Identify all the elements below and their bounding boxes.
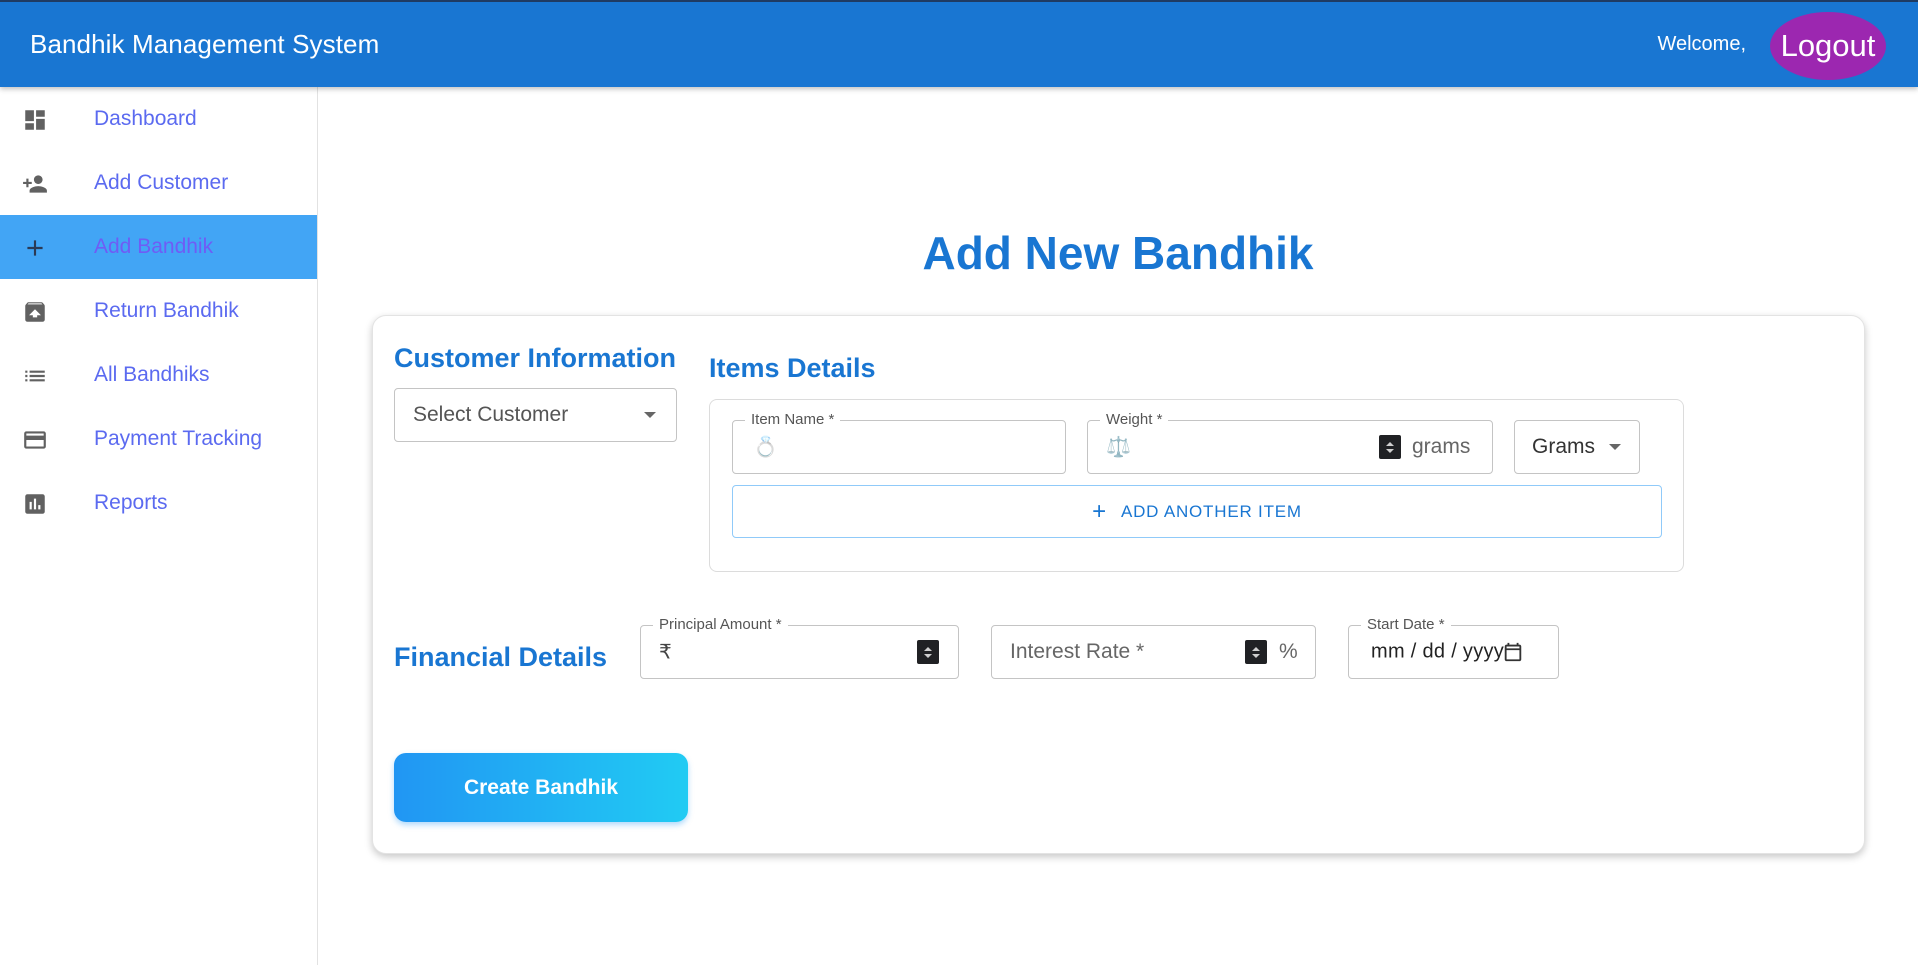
sidebar-item-add-customer[interactable]: Add Customer: [0, 151, 317, 215]
interest-rate-placeholder: Interest Rate *: [1010, 640, 1145, 663]
chevron-down-icon: [1609, 444, 1621, 450]
rupee-icon: ₹: [659, 641, 672, 664]
start-date-value: mm / dd / yyyy: [1371, 640, 1505, 663]
dashboard-icon: [22, 107, 48, 133]
app-bar: Bandhik Management System Welcome, Logou…: [0, 0, 1918, 87]
archive-icon: [22, 299, 48, 325]
weight-input[interactable]: [1140, 431, 1360, 461]
chevron-down-icon: [644, 412, 656, 418]
sidebar-item-all-bandhiks[interactable]: All Bandhiks: [0, 343, 317, 407]
sidebar-item-label: All Bandhiks: [94, 363, 210, 386]
welcome-text: Welcome,: [1657, 33, 1746, 55]
sidebar: Dashboard Add Customer Add Bandhik Retur…: [0, 87, 318, 965]
plus-icon: +: [1092, 497, 1107, 525]
sidebar-item-label: Dashboard: [94, 107, 197, 130]
interest-rate-field[interactable]: Interest Rate * %: [991, 625, 1316, 679]
sidebar-item-reports[interactable]: Reports: [0, 471, 317, 535]
start-date-field[interactable]: Start Date * mm / dd / yyyy: [1348, 615, 1559, 679]
sidebar-item-label: Return Bandhik: [94, 299, 239, 322]
logout-button[interactable]: Logout: [1770, 12, 1886, 80]
principal-stepper[interactable]: [917, 640, 939, 664]
percent-suffix: %: [1279, 640, 1298, 663]
customer-select-value: Select Customer: [413, 403, 569, 426]
sidebar-item-label: Add Customer: [94, 171, 229, 194]
start-date-label: Start Date *: [1361, 615, 1451, 635]
principal-amount-field[interactable]: Principal Amount * ₹: [640, 615, 959, 679]
add-another-item-button[interactable]: + ADD ANOTHER ITEM: [732, 485, 1662, 538]
sidebar-item-label: Reports: [94, 491, 168, 514]
sidebar-item-dashboard[interactable]: Dashboard: [0, 87, 317, 151]
sidebar-item-label: Payment Tracking: [94, 427, 263, 450]
bar-chart-icon: [22, 491, 48, 517]
app-title: Bandhik Management System: [30, 29, 380, 59]
items-section-title: Items Details: [709, 353, 876, 383]
person-add-icon: [22, 171, 48, 197]
weight-unit-suffix: grams: [1412, 435, 1471, 458]
sidebar-item-payment-tracking[interactable]: Payment Tracking: [0, 407, 317, 471]
item-name-input[interactable]: [785, 431, 1055, 461]
weight-field[interactable]: Weight * ⚖️ grams: [1087, 410, 1493, 474]
calendar-icon[interactable]: [1502, 641, 1524, 663]
financial-section-title: Financial Details: [394, 642, 608, 672]
item-name-label: Item Name *: [745, 410, 841, 430]
sidebar-item-return-bandhik[interactable]: Return Bandhik: [0, 279, 317, 343]
interest-stepper[interactable]: [1245, 640, 1267, 664]
page-title: Add New Bandhik: [922, 227, 1314, 279]
create-bandhik-button[interactable]: Create Bandhik: [394, 753, 688, 822]
customer-select[interactable]: Select Customer: [394, 388, 677, 442]
customer-section-title: Customer Information: [394, 343, 677, 373]
item-name-field[interactable]: Item Name * 💍: [732, 410, 1066, 474]
bandhik-form-card: Customer Information Select Customer Ite…: [372, 315, 1865, 854]
credit-card-icon: [22, 427, 48, 453]
add-another-item-label: ADD ANOTHER ITEM: [1120, 501, 1302, 521]
items-container: Item Name * 💍 Weight * ⚖️ grams Grams + …: [709, 399, 1684, 572]
list-icon: [22, 363, 48, 389]
principal-amount-input[interactable]: [683, 636, 903, 666]
plus-icon: [22, 235, 48, 261]
principal-amount-label: Principal Amount *: [653, 615, 788, 635]
ring-icon: 💍: [753, 436, 778, 459]
unit-select-value: Grams: [1532, 435, 1595, 458]
sidebar-item-add-bandhik[interactable]: Add Bandhik: [0, 215, 317, 279]
weight-stepper[interactable]: [1379, 435, 1401, 459]
scale-icon: ⚖️: [1106, 436, 1131, 459]
sidebar-item-label: Add Bandhik: [94, 235, 214, 258]
unit-select[interactable]: Grams: [1514, 420, 1640, 474]
weight-label: Weight *: [1100, 410, 1169, 430]
